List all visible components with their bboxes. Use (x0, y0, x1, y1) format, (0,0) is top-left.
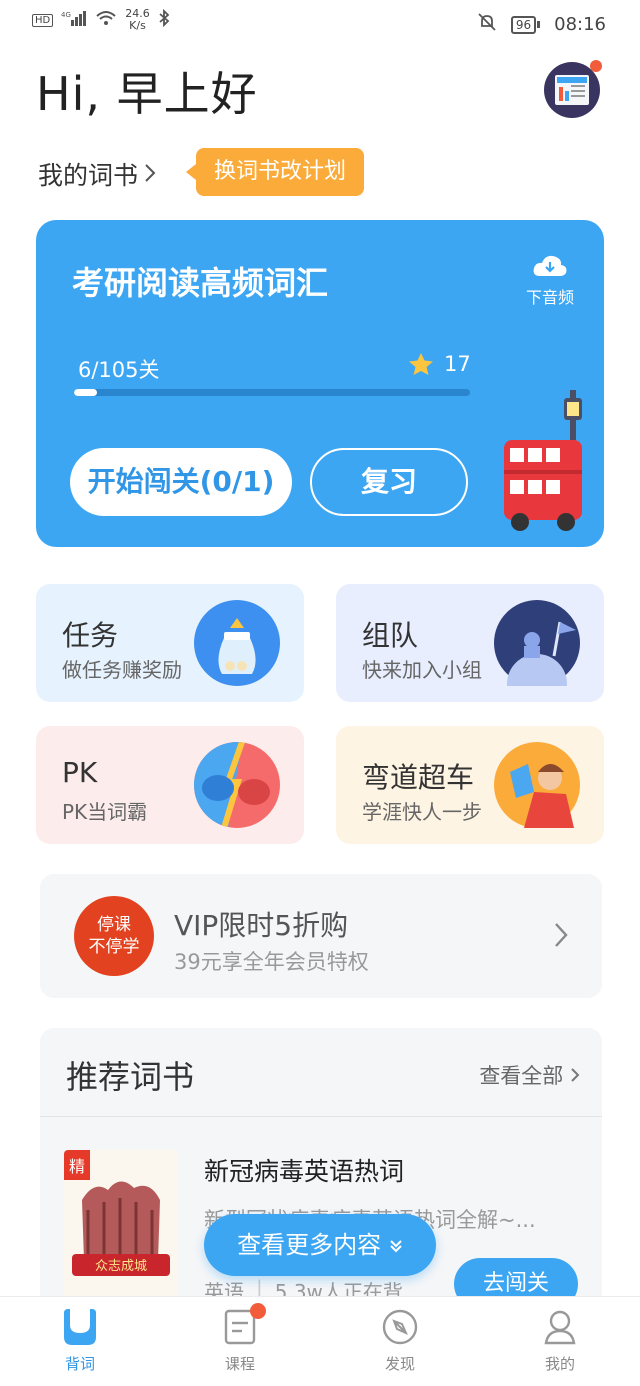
news-icon (555, 75, 589, 105)
chevron-right-icon (144, 160, 156, 189)
vip-subtitle: 39元享全年会员特权 (174, 950, 369, 974)
clock: 08:16 (554, 14, 606, 35)
treasure-jar-icon (194, 600, 280, 686)
tab-discover[interactable]: 发现 (320, 1297, 480, 1386)
change-plan-button[interactable]: 换词书改计划 (185, 148, 365, 196)
download-audio-label: 下音频 (525, 288, 574, 307)
bus-illustration (504, 390, 582, 531)
level-progress-text: 6/105关 (78, 358, 160, 382)
words-tab-icon (64, 1309, 96, 1345)
compass-icon (382, 1309, 418, 1345)
notification-dot (590, 60, 602, 72)
double-chevron-down-icon (390, 1240, 402, 1253)
hd-icon: HD (32, 13, 54, 27)
speed-unit: K/s (129, 19, 146, 32)
tab-label: 发现 (384, 1355, 415, 1373)
status-left: HD 4G 24.6 K/s (32, 8, 170, 32)
divider (40, 1116, 602, 1117)
greeting-text: Hi, 早上好 (36, 67, 258, 121)
tile-title: 弯道超车 (362, 761, 475, 794)
notification-dot (250, 1303, 266, 1319)
download-audio-button[interactable]: 下音频 (520, 252, 580, 308)
tile-subtitle: 快来加入小组 (362, 658, 482, 682)
battery-icon: 96 (510, 15, 541, 34)
see-more-label: 查看更多内容 (237, 1231, 382, 1259)
star-icon (409, 353, 433, 375)
level-progress-bar (74, 389, 470, 396)
star-count: 17 (408, 352, 471, 376)
book-title: 新冠病毒英语热词 (204, 1157, 405, 1186)
tile-title: 组队 (362, 619, 419, 652)
network-speed: 24.6 K/s (125, 8, 150, 32)
review-button[interactable]: 复习 (310, 448, 468, 516)
see-more-button[interactable]: 查看更多内容 (204, 1214, 436, 1276)
tab-label: 背词 (64, 1355, 95, 1373)
featured-tag: 精 (64, 1150, 91, 1180)
bottom-tab-bar: 背词 课程 发现 我的 (0, 1296, 640, 1386)
recommend-title: 推荐词书 (66, 1058, 195, 1096)
tab-words[interactable]: 背词 (0, 1297, 160, 1386)
wifi-icon (95, 10, 117, 30)
vip-badge-line2: 不停学 (88, 937, 140, 957)
book-title: 考研阅读高频词汇 (72, 264, 329, 302)
boxing-gloves-icon (194, 742, 280, 828)
view-all-link[interactable]: 查看全部 (479, 1060, 580, 1090)
my-book-label: 我的词书 (38, 161, 139, 190)
chevron-right-icon (571, 1068, 580, 1082)
star-count-value: 17 (444, 352, 471, 376)
book-cover[interactable]: 众志成城 精 (64, 1150, 178, 1300)
cloud-download-icon (533, 255, 567, 276)
vip-title: VIP限时5折购 (174, 909, 349, 942)
signal-icon: 4G (61, 10, 87, 30)
chevron-right-icon (554, 922, 568, 955)
level-progress-fill (74, 389, 97, 396)
tab-courses[interactable]: 课程 (160, 1297, 320, 1386)
status-right: 96 08:16 (477, 12, 606, 37)
tab-label: 我的 (544, 1355, 575, 1373)
avatar[interactable] (544, 60, 602, 118)
user-icon (544, 1310, 576, 1345)
battery-level: 96 (510, 15, 537, 34)
tile-subtitle: PK当词霸 (62, 800, 148, 824)
vip-banner[interactable]: 停课 不停学 VIP限时5折购 39元享全年会员特权 (40, 874, 602, 998)
tile-subtitle: 学涯快人一步 (362, 800, 482, 824)
tile-title: PK (62, 756, 98, 789)
svg-text:4G: 4G (61, 11, 71, 19)
team-flag-icon (494, 600, 580, 714)
tile-subtitle: 做任务赚奖励 (62, 658, 182, 682)
reading-person-icon (494, 742, 580, 828)
my-book-link[interactable]: 我的词书 (38, 156, 156, 192)
tile-team[interactable]: 组队 快来加入小组 (336, 584, 604, 714)
current-book-card[interactable]: 考研阅读高频词汇 下音频 6/105关 17 开始闯关(0/1) 复习 (36, 220, 604, 547)
tab-mine[interactable]: 我的 (480, 1297, 640, 1386)
vip-badge-line1: 停课 (97, 915, 131, 935)
tile-title: 任务 (62, 619, 119, 652)
vip-badge: 停课 不停学 (74, 896, 154, 976)
view-all-label: 查看全部 (479, 1064, 564, 1088)
recommend-section: 推荐词书 查看全部 众志成城 精 新冠病毒英语热词 新型冠状病毒病毒英语热词全解… (40, 1028, 602, 1328)
tab-label: 课程 (224, 1355, 255, 1373)
tile-tasks[interactable]: 任务 做任务赚奖励 (36, 584, 304, 702)
book-cover-text: 众志成城 (95, 1259, 147, 1274)
tile-pk[interactable]: PK PK当词霸 (36, 726, 304, 844)
mute-bell-icon (477, 12, 497, 37)
start-level-button[interactable]: 开始闯关(0/1) (70, 448, 292, 516)
tile-overtake[interactable]: 弯道超车 学涯快人一步 (336, 726, 604, 844)
status-bar: HD 4G 24.6 K/s 96 08:16 (0, 0, 640, 44)
bluetooth-icon (158, 8, 170, 31)
